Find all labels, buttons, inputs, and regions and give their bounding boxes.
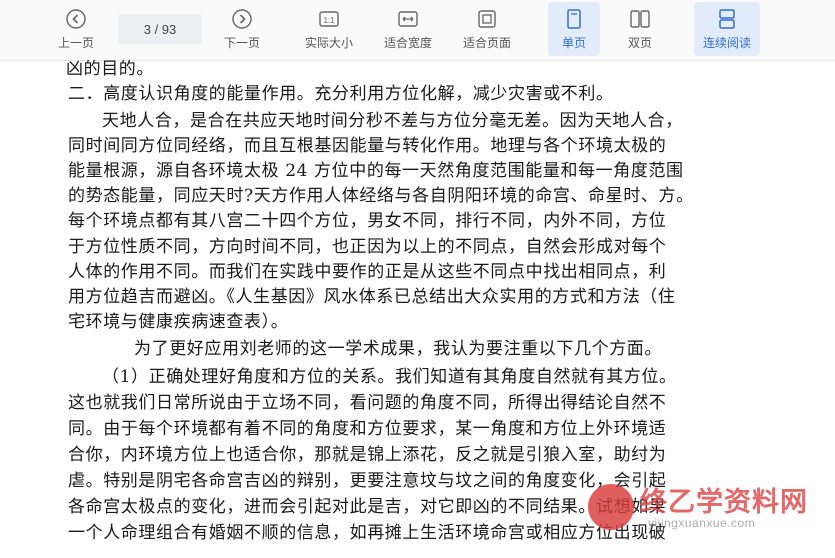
- fit-page-icon: [475, 7, 499, 31]
- chevron-right-icon: [230, 7, 254, 31]
- fit-width-icon: [396, 7, 420, 31]
- double-page-label: 双页: [627, 36, 652, 50]
- prev-page-label: 上一页: [57, 36, 94, 50]
- single-page-button[interactable]: 单页: [548, 2, 600, 56]
- continuous-read-label: 连续阅读: [702, 36, 751, 50]
- next-page-button[interactable]: 下一页: [214, 2, 270, 56]
- watermark-seal-icon: [588, 484, 634, 530]
- double-page-button[interactable]: 双页: [614, 2, 666, 56]
- text-line: 天地人合，是合在共应天地时间分秒不差与方位分毫无差。因为天地人合，: [102, 111, 683, 131]
- text-line: 这也就我们日常所说由于立场不同，看问题的角度不同，所得出得结论自然不: [68, 393, 667, 413]
- continuous-read-icon: [715, 7, 739, 31]
- text-line: 每个环境点都有其八宫二十四个方位，男女不同，排行不同，内外不同，方位: [68, 211, 667, 231]
- actual-size-icon: 1:1: [317, 7, 341, 31]
- single-page-label: 单页: [561, 36, 586, 50]
- text-line: 凶的目的。: [66, 60, 154, 79]
- text-line: 宅环境与健康疾病速查表）。: [68, 312, 289, 332]
- text-line: 虐。特别是阴宅各命宫吉凶的辩别，更要注意坟与坟之间的角度变化，会引起: [68, 471, 667, 491]
- fit-page-label: 适合页面: [462, 36, 511, 50]
- watermark-url: yijingxuanxue.com: [648, 516, 756, 530]
- fit-width-button[interactable]: 适合宽度: [376, 2, 440, 56]
- watermark-logo: 终乙学资料网 yijingxuanxue.com: [588, 476, 820, 548]
- prev-page-button[interactable]: 上一页: [48, 2, 104, 56]
- text-line: 为了更好应用刘老师的这一学术成果，我认为要注重以下几个方面。: [134, 339, 662, 359]
- text-line: 合你，内环境方位上也适合你，那就是锦上添花，反之就是引狼入室，助纣为: [68, 445, 667, 465]
- text-line: 用方位趋吉而避凶。《人生基因》风水体系已总结出大众实用的方式和方法（住: [68, 287, 676, 307]
- chevron-left-icon: [64, 7, 88, 31]
- watermark-title: 终乙学资料网: [640, 487, 808, 517]
- text-line: 能量根源，源自各环境太极 24 方位中的每一天然角度范围能量和每一角度范围: [68, 161, 684, 181]
- continuous-read-button[interactable]: 连续阅读: [694, 2, 760, 56]
- text-line: 于方位性质不同，方向时间不同，也正因为以上的不同点，自然会形成对每个: [68, 237, 667, 257]
- text-line: 同时间同方位同经络，而且互根基因能量与转化作用。地理与各个环境太极的: [68, 136, 667, 156]
- next-page-label: 下一页: [223, 36, 260, 50]
- text-line: （1）正确处理好角度和方位的关系。我们知道有其角度自然就有其方位。: [102, 367, 677, 387]
- text-line: 各命宫太极点的变化，进而会引起对此是吉，对它即凶的不同结果。试想如果: [68, 497, 667, 517]
- single-page-icon: [562, 7, 586, 31]
- svg-text:1:1: 1:1: [323, 16, 335, 25]
- text-line: 人体的作用不同。而我们在实践中要作的正是从这些不同点中找出相同点，利: [68, 262, 667, 282]
- fit-width-label: 适合宽度: [383, 36, 432, 50]
- actual-size-label: 实际大小: [304, 36, 353, 50]
- section-heading: 二．高度认识角度的能量作用。充分利用方位化解，减少灾害或不利。: [68, 84, 614, 104]
- text-line: 同。由于每个环境都有着不同的角度和方位要求，某一角度和方位上外环境适: [68, 419, 667, 439]
- fit-page-button[interactable]: 适合页面: [455, 2, 519, 56]
- text-line: 的势态能量，同应天时?天方作用人体经络与各自阴阳环境的命宫、命星时、方。: [68, 186, 694, 206]
- actual-size-button[interactable]: 1:1 实际大小: [298, 2, 360, 56]
- text-line: 一个人命理组合有婚姻不顺的信息，如再摊上生活环境命宫或相应方位出现破: [68, 523, 667, 543]
- double-page-icon: [628, 7, 652, 31]
- page-number-input[interactable]: 3 / 93: [118, 14, 202, 44]
- reader-toolbar: 上一页 3 / 93 下一页 1:1 实际大小 适合宽度 适合页面 单页 双页 …: [0, 0, 835, 61]
